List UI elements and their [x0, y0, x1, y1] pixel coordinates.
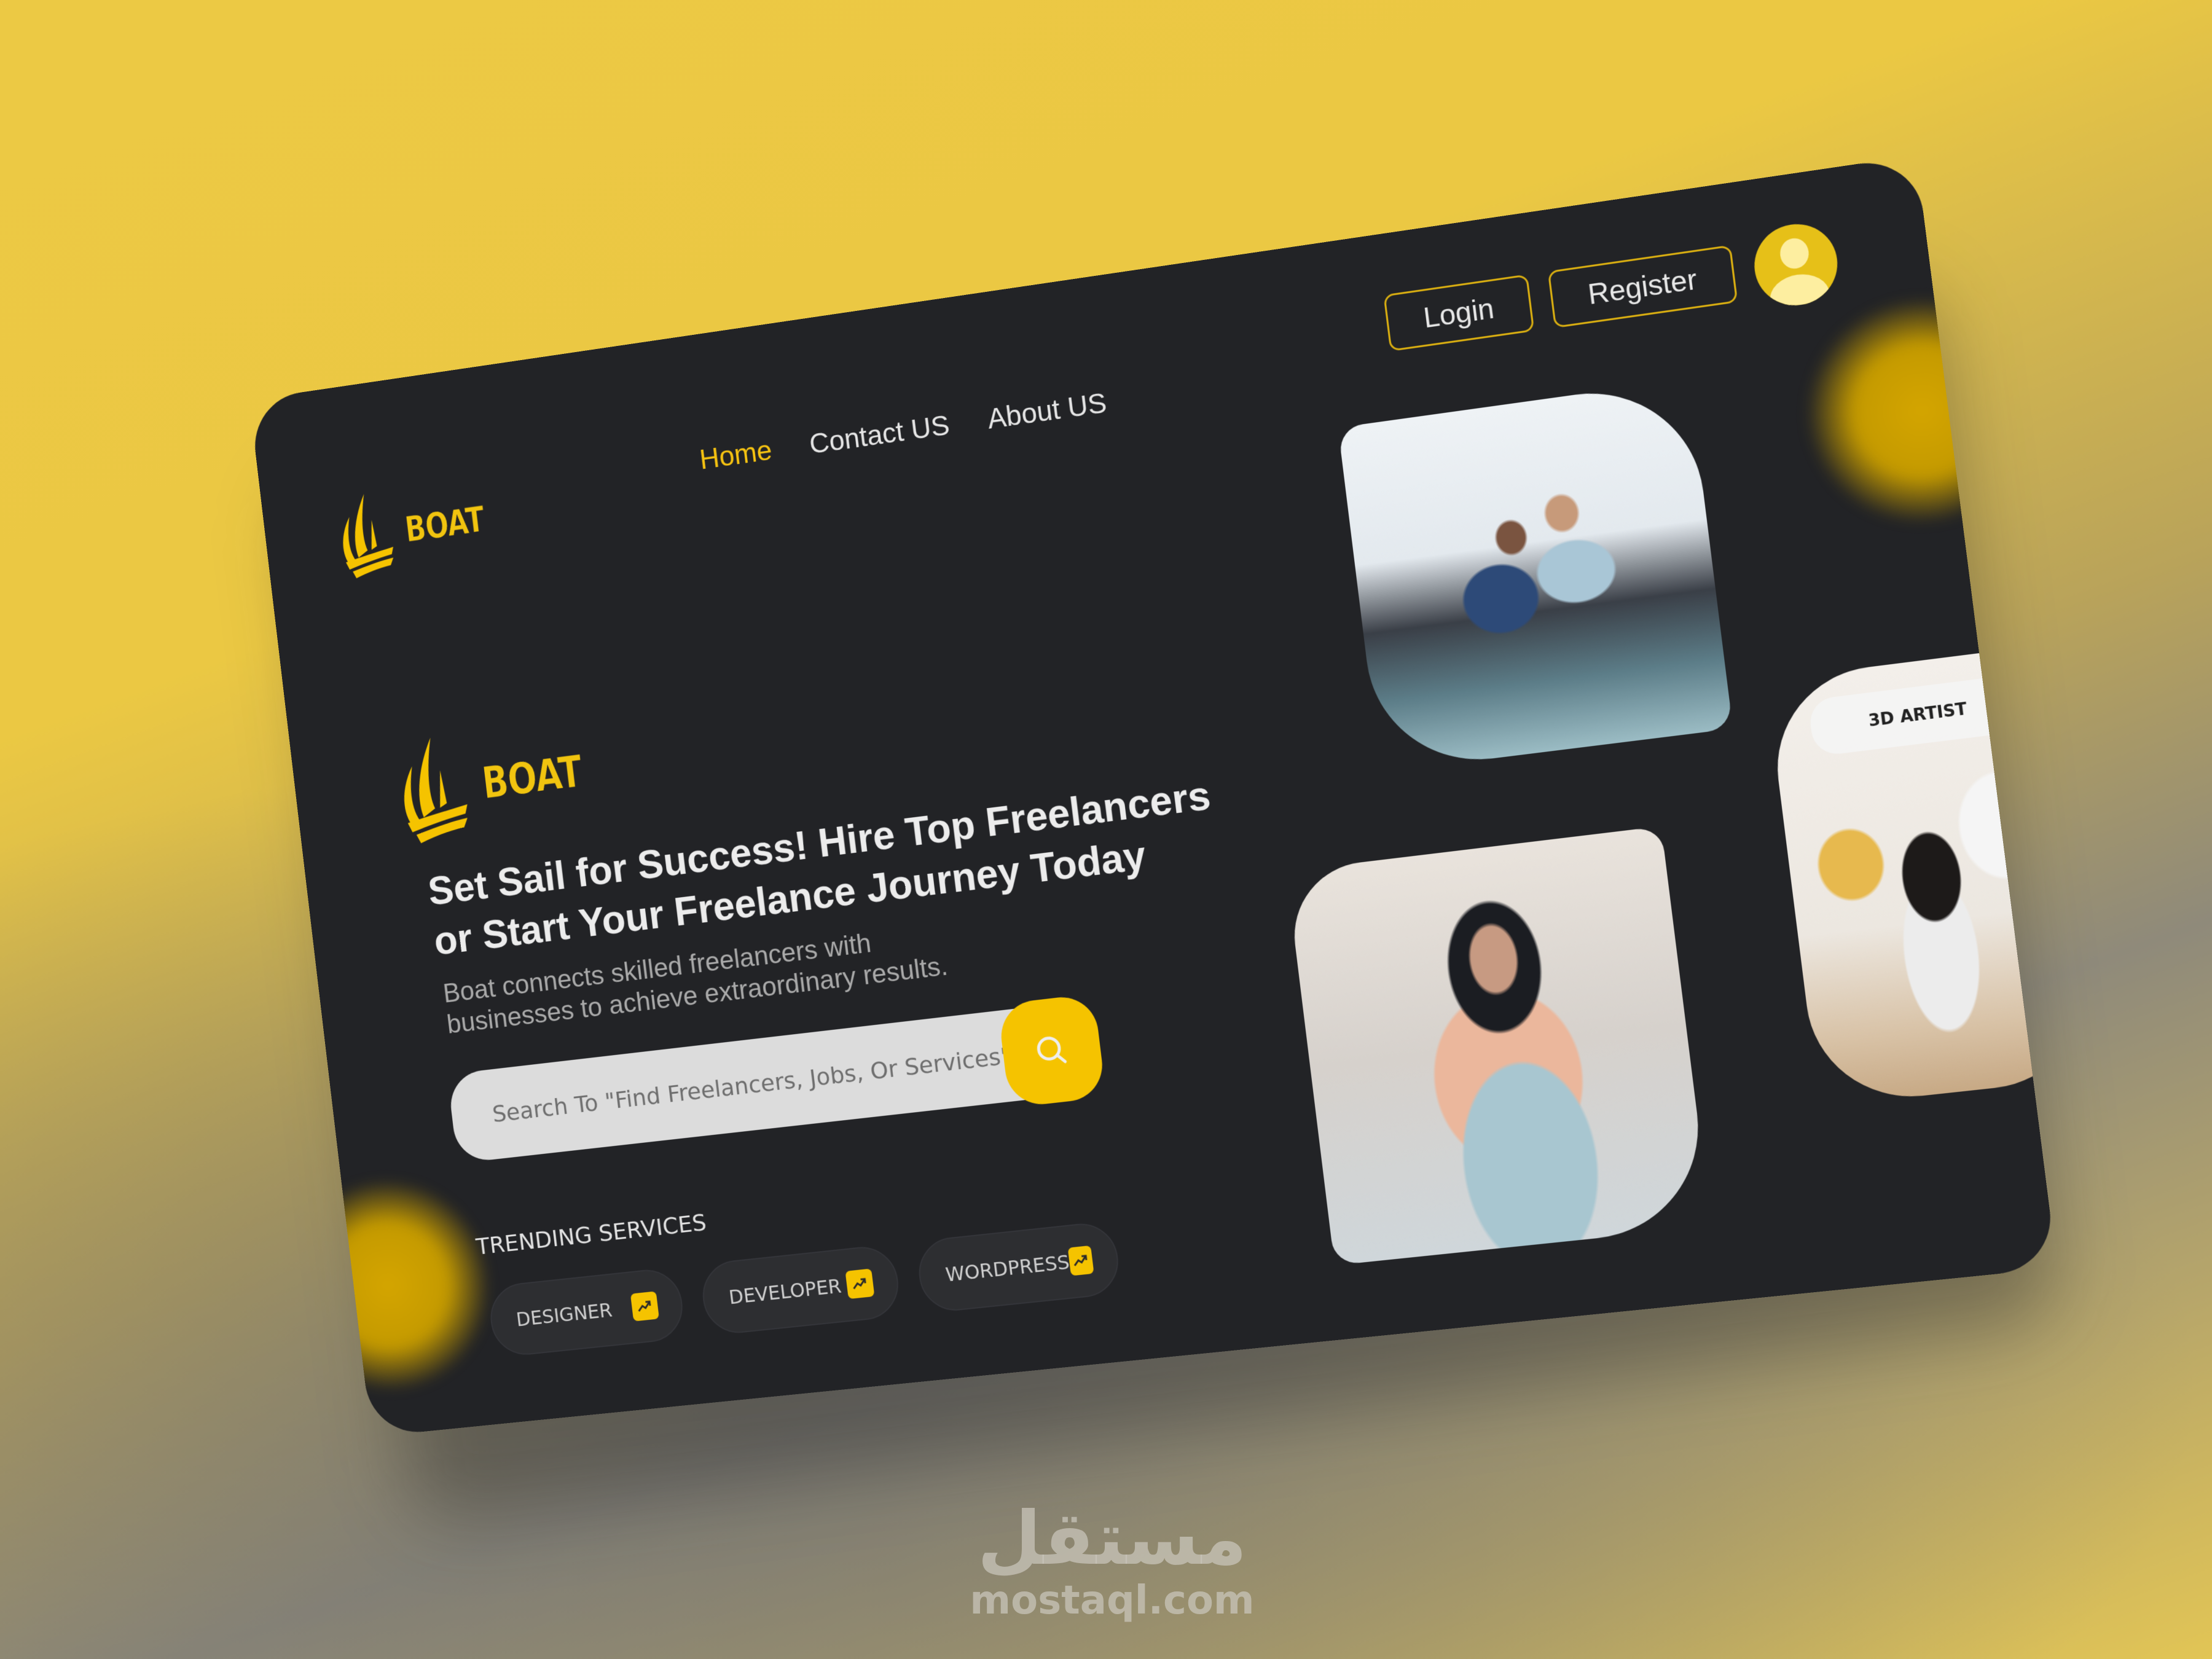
website-mockup-card: BOAT Home Contact US About US Login Regi…: [249, 155, 2057, 1437]
trending-chip-developer[interactable]: DEVELOPER: [699, 1243, 903, 1336]
trending-up-icon: [630, 1291, 659, 1322]
nav-item-contact[interactable]: Contact US: [807, 408, 951, 460]
brand-name: BOAT: [479, 745, 585, 809]
hero-logo: BOAT: [387, 712, 610, 850]
trending-up-icon: [845, 1268, 875, 1300]
main-nav: Home Contact US About US: [698, 386, 1108, 476]
chip-label: WORDPRESS: [944, 1250, 1071, 1287]
nav-item-about[interactable]: About US: [986, 386, 1108, 436]
brand-name: BOAT: [402, 499, 487, 551]
search-button[interactable]: [997, 993, 1107, 1108]
search-input[interactable]: [447, 1007, 1040, 1164]
trending-chip-designer[interactable]: DESIGNER: [487, 1266, 687, 1359]
photo-woman-laptop: [1286, 826, 1711, 1266]
avatar-head: [1778, 236, 1811, 271]
sailboat-logo-icon: [340, 493, 396, 579]
sailboat-logo-icon: [400, 737, 470, 844]
header-logo[interactable]: BOAT: [329, 473, 506, 584]
user-avatar-icon[interactable]: [1749, 219, 1842, 311]
photo-business-meeting: [1338, 378, 1733, 772]
decorative-glow-right: [1791, 281, 2054, 539]
login-button[interactable]: Login: [1383, 274, 1535, 352]
auth-controls: Login Register: [1382, 219, 1842, 363]
chip-label: DEVELOPER: [728, 1274, 843, 1309]
nav-item-home[interactable]: Home: [698, 433, 774, 476]
watermark: مستقل mostaql.com: [959, 1496, 1266, 1623]
watermark-latin: mostaql.com: [970, 1578, 1255, 1623]
trending-up-icon: [1067, 1245, 1094, 1276]
avatar-body: [1767, 270, 1832, 311]
chip-label: DESIGNER: [515, 1298, 614, 1332]
watermark-arabic: مستقل: [977, 1496, 1247, 1582]
register-button[interactable]: Register: [1547, 245, 1738, 329]
trending-chip-wordpress[interactable]: WORDPRESS: [915, 1220, 1123, 1314]
trending-services-label: TRENDING SERVICES: [474, 1209, 708, 1260]
search-icon: [1030, 1029, 1073, 1073]
